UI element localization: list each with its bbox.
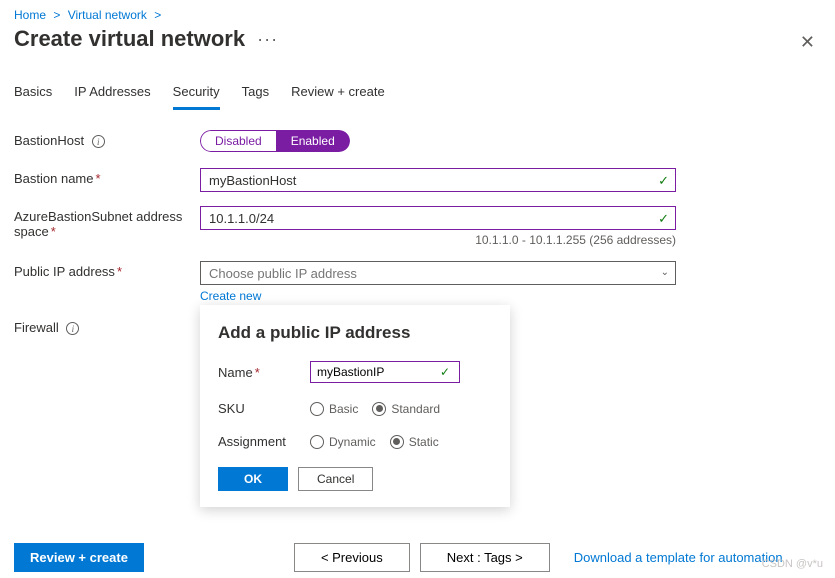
toggle-enabled[interactable]: Enabled (277, 130, 350, 152)
bastion-host-toggle: Disabled Enabled (200, 130, 350, 152)
label-firewall: Firewall i (14, 317, 200, 335)
sku-standard-radio[interactable]: Standard (372, 402, 440, 416)
radio-icon (310, 435, 324, 449)
tab-security[interactable]: Security (173, 84, 220, 110)
popover-sku-label: SKU (218, 401, 310, 416)
chevron-right-icon: > (154, 8, 161, 22)
tab-basics[interactable]: Basics (14, 84, 52, 110)
required-indicator: * (96, 171, 101, 186)
chevron-right-icon: > (53, 8, 60, 22)
label-public-ip: Public IP address* (14, 261, 200, 279)
radio-icon (310, 402, 324, 416)
watermark: CSDN @v*u (762, 558, 823, 570)
cancel-button[interactable]: Cancel (298, 467, 373, 491)
assignment-radio-group: Dynamic Static (310, 435, 492, 449)
label-bastion-host: BastionHost i (14, 130, 200, 148)
breadcrumb-virtual-network[interactable]: Virtual network (68, 8, 147, 22)
public-ip-popover: Add a public IP address Name* ✓ SKU Basi… (200, 305, 510, 507)
popover-assignment-label: Assignment (218, 434, 310, 449)
bastion-name-input[interactable] (200, 168, 676, 192)
breadcrumb: Home > Virtual network > (0, 0, 835, 22)
radio-icon (372, 402, 386, 416)
subnet-address-hint: 10.1.1.0 - 10.1.1.255 (256 addresses) (200, 233, 676, 247)
label-bastion-name: Bastion name* (14, 168, 200, 186)
required-indicator: * (117, 264, 122, 279)
tab-review-create[interactable]: Review + create (291, 84, 385, 110)
previous-button[interactable]: < Previous (294, 543, 410, 572)
review-create-button[interactable]: Review + create (14, 543, 144, 572)
page-header: Create virtual network ··· (0, 22, 835, 58)
label-subnet-address-space: AzureBastionSubnet address space* (14, 206, 200, 239)
popover-title: Add a public IP address (218, 323, 492, 343)
sku-basic-radio[interactable]: Basic (310, 402, 358, 416)
close-icon[interactable]: ✕ (800, 32, 815, 53)
tab-bar: Basics IP Addresses Security Tags Review… (0, 58, 835, 110)
required-indicator: * (51, 224, 56, 239)
info-icon[interactable]: i (66, 322, 79, 335)
tab-tags[interactable]: Tags (242, 84, 269, 110)
subnet-address-input[interactable] (200, 206, 676, 230)
sku-radio-group: Basic Standard (310, 402, 492, 416)
public-ip-name-input[interactable] (310, 361, 460, 383)
assignment-static-radio[interactable]: Static (390, 435, 439, 449)
next-button[interactable]: Next : Tags > (420, 543, 550, 572)
popover-name-label: Name* (218, 365, 310, 380)
check-icon: ✓ (440, 365, 450, 379)
public-ip-select[interactable] (200, 261, 676, 285)
download-template-link[interactable]: Download a template for automation (574, 550, 783, 565)
info-icon[interactable]: i (92, 135, 105, 148)
tab-ip-addresses[interactable]: IP Addresses (74, 84, 150, 110)
assignment-dynamic-radio[interactable]: Dynamic (310, 435, 376, 449)
ok-button[interactable]: OK (218, 467, 288, 491)
toggle-disabled[interactable]: Disabled (200, 130, 277, 152)
radio-icon (390, 435, 404, 449)
breadcrumb-home[interactable]: Home (14, 8, 46, 22)
page-title: Create virtual network (14, 26, 245, 52)
create-new-link[interactable]: Create new (200, 289, 261, 303)
footer-bar: Review + create < Previous Next : Tags >… (0, 543, 835, 572)
required-indicator: * (255, 365, 260, 380)
more-actions-icon[interactable]: ··· (257, 29, 278, 50)
